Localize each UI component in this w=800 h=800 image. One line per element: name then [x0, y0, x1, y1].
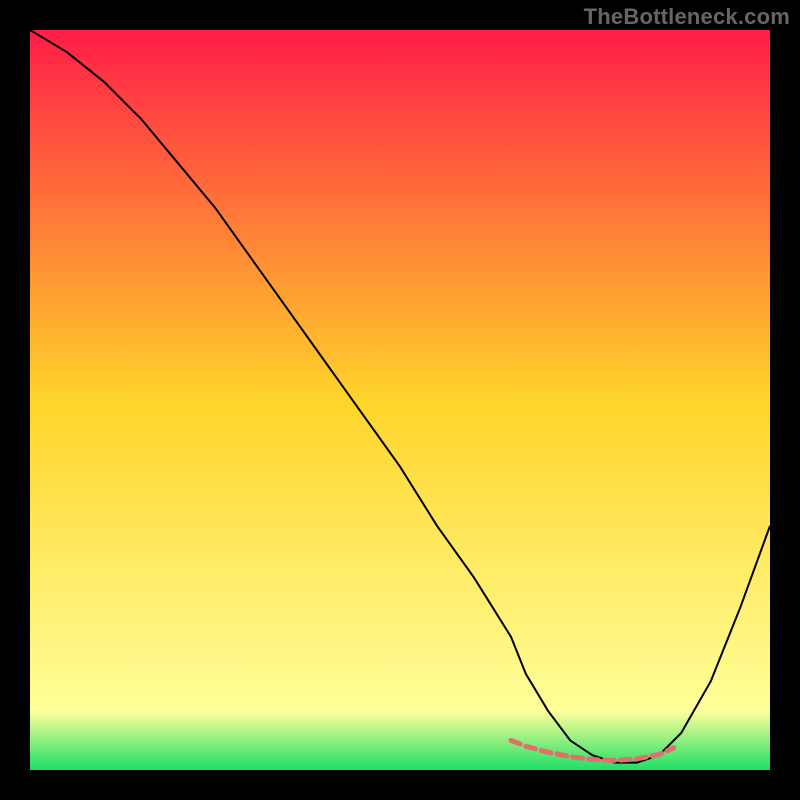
chart-background — [30, 30, 770, 770]
watermark-label: TheBottleneck.com — [584, 4, 790, 30]
bottleneck-chart — [30, 30, 770, 770]
chart-frame: TheBottleneck.com — [0, 0, 800, 800]
